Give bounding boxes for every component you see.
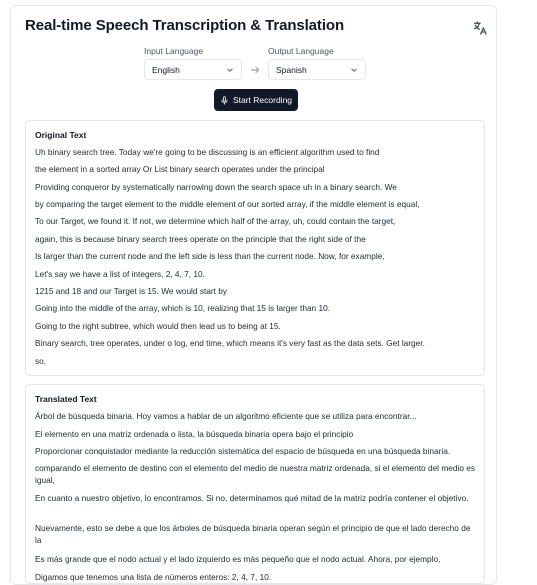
microphone-icon [221,95,228,105]
transcript-line: Uh binary search tree. Today we're going… [35,147,380,157]
transcript-line: 1215 and 18 and our Target is 15. We wou… [35,286,228,296]
start-recording-button[interactable]: Start Recording [214,89,298,111]
transcript-line: Is larger than the current node and the … [35,251,385,261]
transcript-line: Binary search, tree operates, under o lo… [35,338,425,348]
original-text-heading: Original Text [35,130,87,140]
translation-line: El elemento en una matriz ordenada o lis… [35,429,354,439]
page-title: Real-time Speech Transcription & Transla… [25,17,345,34]
transcript-line: the element in a sorted array Or List bi… [35,164,325,174]
chevron-down-icon [351,68,357,72]
output-language-label: Output Language [268,46,334,56]
chevron-down-icon [227,68,233,72]
transcript-line: Providing conqueror by systematically na… [35,182,397,192]
app-card: Real-time Speech Transcription & Transla… [10,5,497,585]
translation-line: Nuevamente, esto se debe a que los árbol… [35,523,471,545]
transcript-line: Going to the right subtree, which would … [35,321,281,331]
translation-line: Árbol de búsqueda binaria. Hoy vamos a h… [35,411,417,421]
start-recording-label: Start Recording [232,95,293,105]
translation-line: Es más grande que el nodo actual y el la… [35,554,441,564]
input-language-label: Input Language [144,46,204,56]
translation-line: En cuanto a nuestro objetivo, lo encontr… [35,493,469,503]
translated-text-heading: Translated Text [35,394,97,404]
transcript-line: Going into the middle of the array, whic… [35,303,331,313]
output-language-select[interactable]: Spanish [268,59,366,80]
translation-line: Digamos que tenemos una lista de números… [35,572,272,582]
translate-icon[interactable] [472,20,488,36]
transcript-line: so, [35,356,47,366]
translation-line: Proporcionar conquistador mediante la re… [35,446,451,456]
transcript-line: To our Target, we found it. If not, we d… [35,216,396,226]
translation-line: comparando el elemento de destino con el… [35,463,475,485]
original-text-panel: Original Text Uh binary search tree. Tod… [25,120,485,376]
transcript-line: Let's say we have a list of integers, 2,… [35,269,205,279]
output-language-value: Spanish [276,64,307,75]
transcript-line: by comparing the target element to the m… [35,199,420,209]
input-language-value: English [152,64,180,75]
arrow-right-icon [250,66,260,74]
input-language-select[interactable]: English [144,59,242,80]
transcript-line: again, this is because binary search tre… [35,234,366,244]
translated-text-panel: Translated Text Árbol de búsqueda binari… [25,384,485,584]
